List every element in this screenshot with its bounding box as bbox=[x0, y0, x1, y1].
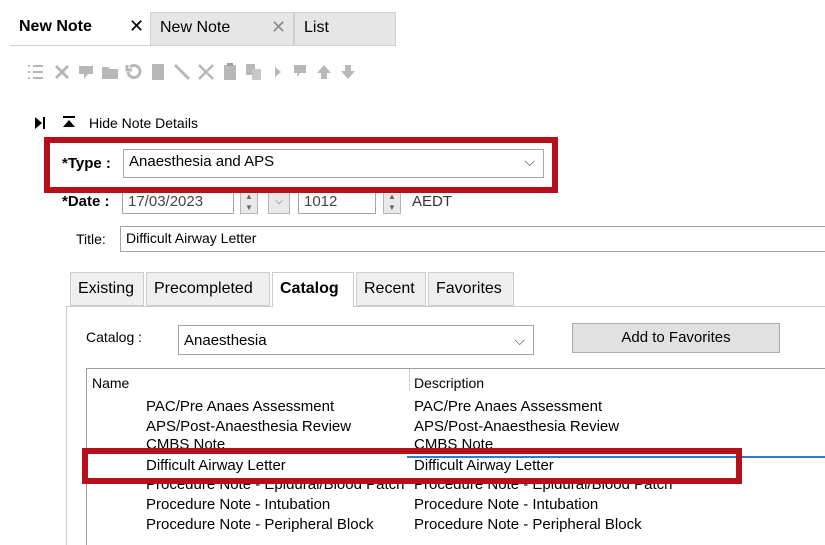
column-header-description[interactable]: Description bbox=[414, 375, 484, 391]
item-name: PAC/Pre Anaes Assessment bbox=[146, 398, 335, 415]
column-header-name[interactable]: Name bbox=[92, 375, 129, 391]
cancel-sign-icon[interactable] bbox=[196, 62, 216, 82]
arrow-down-icon[interactable] bbox=[338, 62, 358, 82]
tab-new-note[interactable]: New Note ✕ bbox=[150, 12, 294, 46]
tab-recent[interactable]: Recent bbox=[356, 272, 426, 306]
date-label: *Date : bbox=[62, 193, 110, 210]
list-item[interactable]: PAC/Pre Anaes Assessment PAC/Pre Anaes A… bbox=[87, 398, 825, 418]
tab-label: New Note bbox=[19, 18, 92, 35]
tab-existing[interactable]: Existing bbox=[70, 272, 144, 306]
folder-icon[interactable] bbox=[100, 62, 120, 82]
chevron-down-icon: ⌵ bbox=[514, 332, 525, 348]
collapse-up-icon[interactable] bbox=[62, 116, 76, 128]
close-icon[interactable]: ✕ bbox=[271, 17, 286, 38]
tab-label: New Note bbox=[160, 19, 231, 36]
item-description: Procedure Note - Peripheral Block bbox=[414, 516, 642, 533]
timezone-label: AEDT bbox=[412, 193, 453, 210]
delete-icon[interactable] bbox=[52, 62, 72, 82]
tab-catalog[interactable]: Catalog bbox=[272, 272, 354, 307]
item-description: APS/Post-Anaesthesia Review bbox=[414, 418, 620, 435]
tab-favorites[interactable]: Favorites bbox=[428, 272, 514, 306]
add-to-favorites-button[interactable]: Add to Favorites bbox=[572, 323, 780, 353]
pen-icon[interactable] bbox=[172, 62, 192, 82]
flag-icon[interactable] bbox=[290, 62, 310, 82]
play-icon[interactable] bbox=[268, 62, 288, 82]
tab-new-note-active[interactable]: New Note ✕ bbox=[10, 12, 150, 46]
stamp-icon[interactable] bbox=[76, 62, 96, 82]
list-indent-icon[interactable] bbox=[26, 62, 46, 82]
tab-list[interactable]: List bbox=[294, 12, 396, 46]
title-input[interactable]: Difficult Airway Letter bbox=[120, 226, 825, 252]
calendar-dropdown-icon[interactable]: ⌵ bbox=[268, 190, 290, 214]
tab-label: List bbox=[304, 19, 329, 36]
copy-icon[interactable] bbox=[244, 62, 264, 82]
item-description: Procedure Note - Intubation bbox=[414, 496, 599, 513]
list-item[interactable]: Procedure Note - Intubation Procedure No… bbox=[87, 496, 825, 516]
column-divider[interactable] bbox=[409, 369, 410, 391]
difficult-airway-highlight-box bbox=[82, 448, 742, 484]
tab-strip-border bbox=[10, 45, 396, 46]
title-label: Title: bbox=[76, 231, 106, 247]
close-icon[interactable]: ✕ bbox=[129, 16, 144, 37]
date-spinner[interactable]: ▲ ▼ bbox=[240, 190, 258, 214]
clipboard-icon[interactable] bbox=[220, 62, 240, 82]
time-spinner[interactable]: ▲ ▼ bbox=[383, 190, 401, 214]
item-name: Procedure Note - Intubation bbox=[146, 496, 331, 513]
hide-note-details-label[interactable]: Hide Note Details bbox=[89, 115, 198, 131]
tab-precompleted[interactable]: Precompleted bbox=[146, 272, 270, 306]
document-icon[interactable] bbox=[148, 62, 168, 82]
catalog-select[interactable]: Anaesthesia ⌵ bbox=[178, 325, 534, 355]
list-item[interactable]: APS/Post-Anaesthesia Review APS/Post-Ana… bbox=[87, 418, 825, 438]
list-item[interactable]: Procedure Note - Peripheral Block Proced… bbox=[87, 516, 825, 536]
expand-right-icon[interactable] bbox=[34, 116, 46, 130]
catalog-label: Catalog : bbox=[86, 329, 143, 345]
type-highlight-box bbox=[44, 137, 558, 193]
catalog-value: Anaesthesia bbox=[184, 332, 267, 349]
item-name: Procedure Note - Peripheral Block bbox=[146, 516, 374, 533]
item-description: PAC/Pre Anaes Assessment bbox=[414, 398, 603, 415]
item-name: APS/Post-Anaesthesia Review bbox=[146, 418, 352, 435]
arrow-up-icon[interactable] bbox=[314, 62, 334, 82]
refresh-icon[interactable] bbox=[124, 62, 144, 82]
